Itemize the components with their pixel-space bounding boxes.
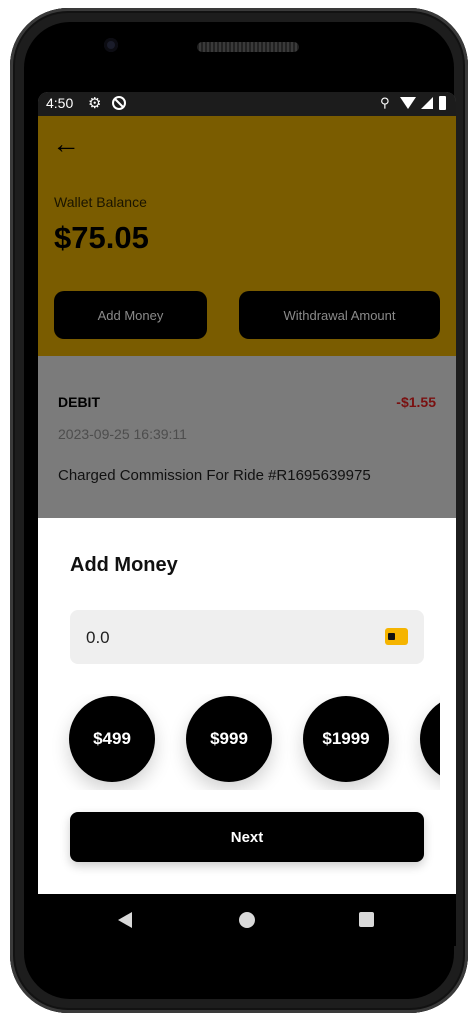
preset-1999-button[interactable]: $1999 [303,696,389,782]
status-time: 4:50 [46,95,74,111]
speaker-grille [197,42,299,52]
wallet-balance-label: Wallet Balance [54,194,147,210]
arrow-left-icon[interactable]: ← [52,130,80,158]
status-bar: 4:50 ⚙ ⚲ [38,92,456,116]
recents-square-icon[interactable] [359,912,374,927]
transaction-date: 2023-09-25 16:39:11 [58,426,187,442]
back-triangle-icon[interactable] [118,912,132,928]
location-icon: ⚲ [380,95,390,110]
transaction-type: DEBIT [58,394,100,410]
wallet-header: ← Wallet Balance $75.05 Add Money Withdr… [38,116,456,356]
add-money-sheet: Add Money 0.0 $499 $999 $1999 Next [38,518,456,894]
signal-icon [421,97,433,109]
camera-icon [104,38,118,52]
wifi-icon [400,97,416,109]
withdrawal-amount-button[interactable]: Withdrawal Amount [239,291,440,339]
transaction-amount: -$1.55 [396,394,436,410]
next-button[interactable]: Next [70,812,424,862]
add-money-button[interactable]: Add Money [54,291,207,339]
amount-input[interactable]: 0.0 [70,610,424,664]
transaction-description: Charged Commission For Ride #R1695639975 [58,467,371,484]
wallet-balance-amount: $75.05 [54,220,149,255]
preset-partial-button[interactable] [420,696,440,782]
preset-999-button[interactable]: $999 [186,696,272,782]
wallet-icon [385,628,408,645]
sheet-title: Add Money [70,554,178,576]
gear-icon: ⚙ [88,95,102,112]
preset-499-button[interactable]: $499 [69,696,155,782]
home-circle-icon[interactable] [239,912,255,928]
do-not-disturb-icon [112,96,126,110]
amount-input-value: 0.0 [86,628,110,647]
preset-amounts: $499 $999 $1999 [38,694,440,790]
system-nav-bar [38,894,456,946]
transaction-item: DEBIT -$1.55 2023-09-25 16:39:11 Charged… [38,356,456,526]
battery-icon [439,96,446,110]
screen: 4:50 ⚙ ⚲ ← Wallet Balance $75.05 Add Mon… [38,92,456,894]
